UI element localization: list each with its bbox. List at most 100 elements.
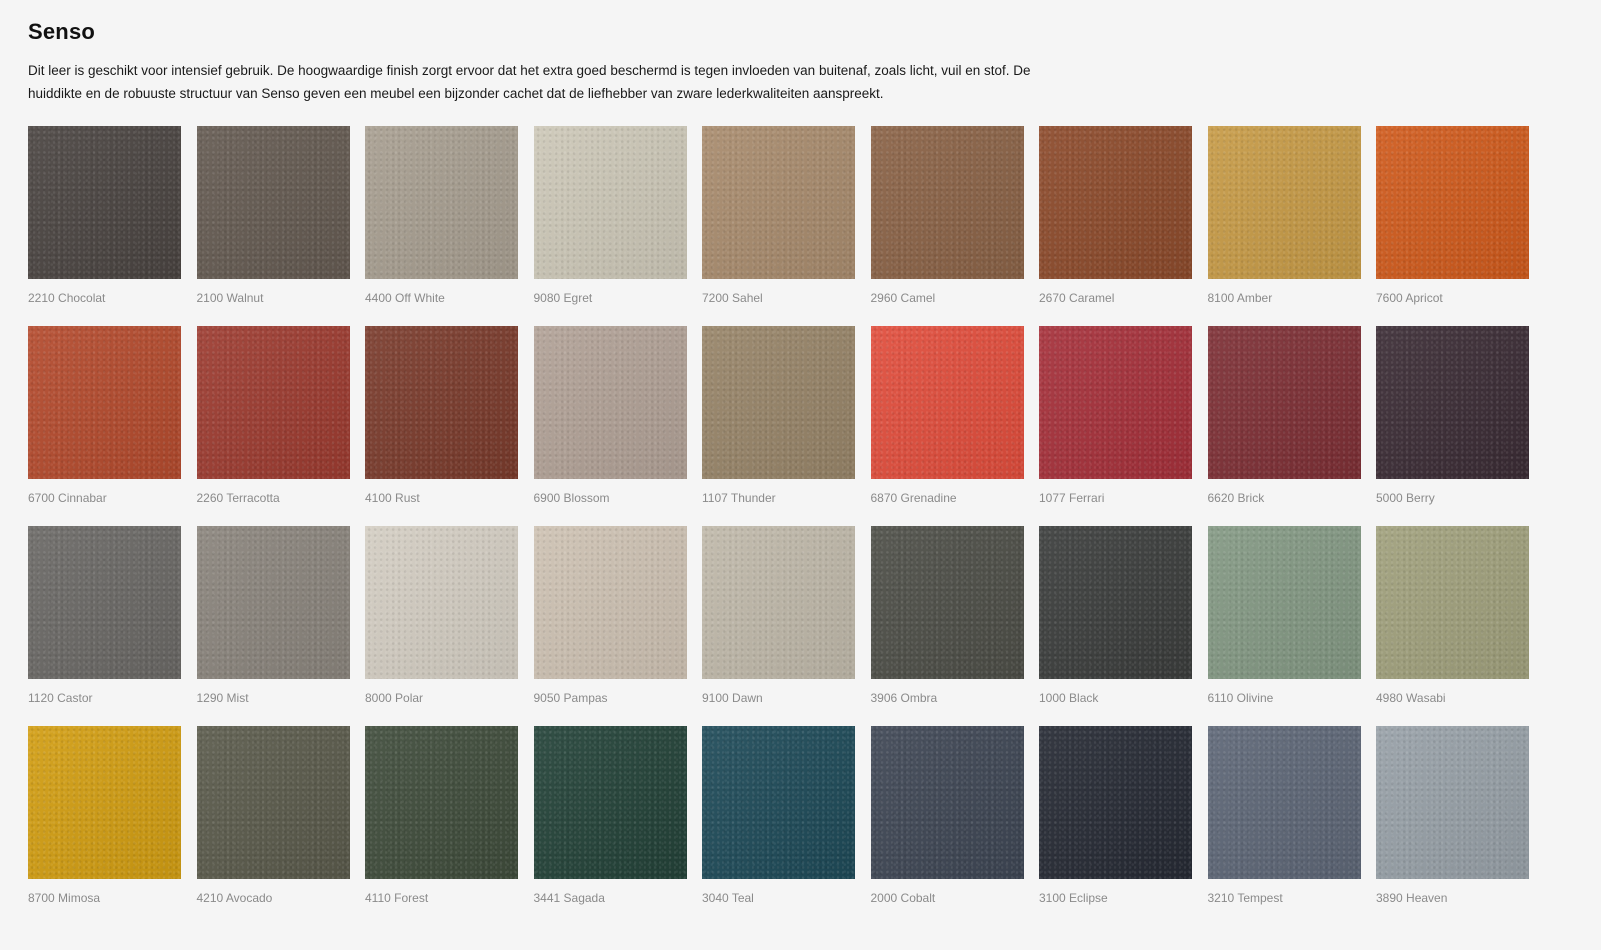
swatch-item[interactable]: 4100 Rust — [365, 326, 518, 506]
swatch-item[interactable]: 6700 Cinnabar — [28, 326, 181, 506]
swatch-item[interactable]: 6620 Brick — [1207, 326, 1361, 506]
swatch-color-tile[interactable] — [870, 326, 1024, 479]
swatch-label: 1290 Mist — [196, 691, 249, 705]
swatch-color-tile[interactable] — [702, 326, 855, 479]
swatch-label: 1000 Black — [1039, 691, 1099, 705]
swatch-item[interactable]: 1290 Mist — [196, 526, 350, 706]
swatch-color-tile[interactable] — [196, 526, 350, 679]
swatch-item[interactable]: 6900 Blossom — [533, 326, 687, 506]
swatch-color-tile[interactable] — [28, 726, 181, 879]
swatch-item[interactable]: 4980 Wasabi — [1376, 526, 1529, 706]
swatch-item[interactable]: 7600 Apricot — [1376, 126, 1529, 306]
swatch-color-tile[interactable] — [28, 126, 181, 279]
swatch-color-tile[interactable] — [1039, 726, 1192, 879]
swatch-item[interactable]: 1000 Black — [1039, 526, 1192, 706]
swatch-label: 2210 Chocolat — [28, 291, 106, 305]
swatch-color-tile[interactable] — [1039, 526, 1192, 679]
swatch-item[interactable]: 3100 Eclipse — [1039, 726, 1192, 906]
swatch-item[interactable]: 1120 Castor — [28, 526, 181, 706]
swatch-color-tile[interactable] — [1376, 726, 1529, 879]
swatch-label: 9080 Egret — [533, 291, 593, 305]
swatch-color-tile[interactable] — [1207, 126, 1361, 279]
swatch-label: 1077 Ferrari — [1039, 491, 1105, 505]
swatch-item[interactable]: 1077 Ferrari — [1039, 326, 1192, 506]
swatch-item[interactable]: 3890 Heaven — [1376, 726, 1529, 906]
swatch-label: 2960 Camel — [870, 291, 936, 305]
swatch-color-tile[interactable] — [1376, 126, 1529, 279]
swatch-color-tile[interactable] — [1039, 126, 1192, 279]
swatch-item[interactable]: 2100 Walnut — [196, 126, 350, 306]
swatch-color-tile[interactable] — [1039, 326, 1192, 479]
page-title: Senso — [28, 19, 96, 44]
swatch-color-tile[interactable] — [533, 726, 687, 879]
swatch-item[interactable]: 2960 Camel — [870, 126, 1024, 306]
swatch-color-tile[interactable] — [533, 326, 687, 479]
swatch-item[interactable]: 7200 Sahel — [702, 126, 855, 306]
swatch-item[interactable]: 2000 Cobalt — [870, 726, 1024, 906]
swatch-label: 4210 Avocado — [196, 891, 273, 905]
swatch-color-tile[interactable] — [196, 326, 350, 479]
swatch-item[interactable]: 6870 Grenadine — [870, 326, 1024, 506]
swatch-item[interactable]: 8700 Mimosa — [28, 726, 181, 906]
swatch-label: 2000 Cobalt — [870, 891, 936, 905]
swatch-label: 3040 Teal — [702, 891, 754, 905]
swatch-color-tile[interactable] — [196, 126, 350, 279]
swatch-color-tile[interactable] — [196, 726, 350, 879]
swatch-label: 5000 Berry — [1376, 491, 1435, 505]
swatch-label: 7200 Sahel — [702, 291, 763, 305]
swatch-item[interactable]: 6110 Olivine — [1207, 526, 1361, 706]
swatch-color-tile[interactable] — [1207, 726, 1361, 879]
swatch-item[interactable]: 3906 Ombra — [870, 526, 1024, 706]
swatch-color-tile[interactable] — [365, 726, 518, 879]
swatch-label: 6700 Cinnabar — [28, 491, 107, 505]
swatch-color-tile[interactable] — [870, 526, 1024, 679]
swatch-color-tile[interactable] — [702, 726, 855, 879]
swatch-item[interactable]: 4110 Forest — [365, 726, 518, 906]
swatch-item[interactable]: 2670 Caramel — [1039, 126, 1192, 306]
swatch-color-tile[interactable] — [1376, 526, 1529, 679]
swatch-label: 6110 Olivine — [1207, 691, 1274, 705]
swatch-label: 1107 Thunder — [702, 491, 776, 505]
swatch-color-tile[interactable] — [533, 126, 687, 279]
swatch-color-tile[interactable] — [870, 126, 1024, 279]
swatch-item[interactable]: 8000 Polar — [365, 526, 518, 706]
swatch-label: 8000 Polar — [365, 691, 424, 705]
swatch-item[interactable]: 3040 Teal — [702, 726, 855, 906]
swatch-item[interactable]: 3210 Tempest — [1207, 726, 1361, 906]
swatch-label: 6870 Grenadine — [870, 491, 957, 505]
swatch-label: 2100 Walnut — [196, 291, 264, 305]
swatch-label: 8100 Amber — [1207, 291, 1273, 305]
swatch-color-tile[interactable] — [1376, 326, 1529, 479]
swatch-color-tile[interactable] — [533, 526, 687, 679]
swatch-color-tile[interactable] — [365, 126, 518, 279]
swatch-item[interactable]: 9080 Egret — [533, 126, 687, 306]
swatch-item[interactable]: 3441 Sagada — [533, 726, 687, 906]
swatch-label: 3906 Ombra — [870, 691, 938, 705]
swatch-item[interactable]: 4400 Off White — [365, 126, 518, 306]
swatch-label: 3100 Eclipse — [1039, 891, 1108, 905]
swatch-color-tile[interactable] — [365, 526, 518, 679]
swatch-item[interactable]: 2260 Terracotta — [196, 326, 350, 506]
page-description: Dit leer is geschikt voor intensief gebr… — [28, 63, 1031, 101]
swatch-item[interactable]: 5000 Berry — [1376, 326, 1529, 506]
swatch-label: 3890 Heaven — [1376, 891, 1448, 905]
swatch-label: 6900 Blossom — [533, 491, 610, 505]
swatch-item[interactable]: 2210 Chocolat — [28, 126, 181, 306]
swatch-color-tile[interactable] — [870, 726, 1024, 879]
swatch-item[interactable]: 8100 Amber — [1207, 126, 1361, 306]
swatch-color-tile[interactable] — [1207, 326, 1361, 479]
swatch-label: 6620 Brick — [1207, 491, 1265, 505]
swatch-label: 4980 Wasabi — [1376, 691, 1446, 705]
swatch-color-tile[interactable] — [28, 326, 181, 479]
swatch-item[interactable]: 4210 Avocado — [196, 726, 350, 906]
swatch-color-tile[interactable] — [1207, 526, 1361, 679]
swatch-color-tile[interactable] — [365, 326, 518, 479]
swatch-item[interactable]: 1107 Thunder — [702, 326, 855, 506]
page: Senso Dit leer is geschikt voor intensie… — [0, 0, 1601, 950]
swatch-item[interactable]: 9100 Dawn — [702, 526, 855, 706]
swatch-color-tile[interactable] — [28, 526, 181, 679]
swatch-item[interactable]: 9050 Pampas — [533, 526, 687, 706]
swatch-color-tile[interactable] — [702, 526, 855, 679]
swatch-color-tile[interactable] — [702, 126, 855, 279]
swatch-label: 2260 Terracotta — [196, 491, 280, 505]
